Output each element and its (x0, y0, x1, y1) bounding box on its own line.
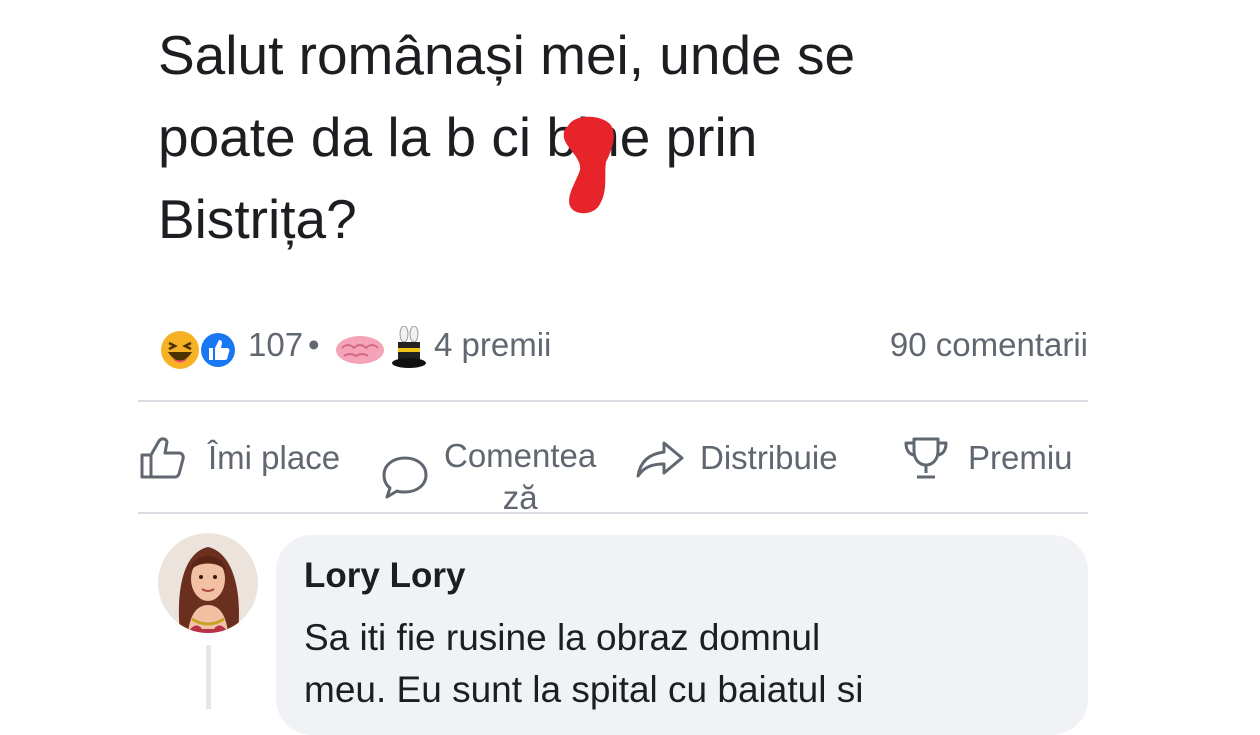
comment-text-line: meu. Eu sunt la spital cu baiatul si (304, 669, 864, 710)
divider (138, 512, 1088, 514)
reaction-icons[interactable] (158, 326, 242, 370)
award-button[interactable]: Premiu (902, 435, 1073, 481)
post-text-line: Salut românași mei, unde se (158, 24, 856, 86)
like-label: Îmi place (208, 439, 341, 476)
awards-count[interactable]: 4 premii (434, 326, 551, 364)
stats-separator: • (308, 326, 320, 363)
share-arrow-icon (636, 441, 684, 478)
reactions-count[interactable]: 107 (248, 326, 303, 364)
thumb-up-icon (140, 437, 185, 479)
magic-hat-award-icon (392, 326, 426, 368)
speech-bubble-icon (382, 456, 428, 499)
like-reaction-icon (199, 331, 237, 369)
thread-line (206, 645, 211, 709)
share-button[interactable]: Distribuie (634, 435, 838, 481)
action-bar: Îmi place Comentea ză Distribuie Premiu (138, 415, 1088, 516)
trophy-icon (904, 437, 948, 479)
share-label: Distribuie (700, 439, 838, 476)
comment-label-line: Comentea (444, 437, 597, 474)
reaction-stats: 107 • 4 premii 90 comentarii (158, 322, 1088, 372)
comment-text-line: Sa iti fie rusine la obraz domnul (304, 617, 821, 658)
award-label: Premiu (968, 439, 1073, 476)
comment-text: Sa iti fie rusine la obraz domnul meu. E… (304, 612, 1064, 716)
comment-button[interactable]: Comentea ză (380, 435, 596, 519)
award-icons[interactable] (330, 326, 430, 370)
haha-reaction-icon (161, 331, 199, 369)
comments-count[interactable]: 90 comentarii (890, 326, 1088, 364)
comment-author[interactable]: Lory Lory (304, 556, 465, 596)
redaction-scribble (563, 116, 614, 214)
like-button[interactable]: Îmi place (138, 435, 340, 481)
brain-award-icon (336, 336, 384, 364)
divider (138, 400, 1088, 402)
avatar[interactable] (158, 533, 258, 633)
